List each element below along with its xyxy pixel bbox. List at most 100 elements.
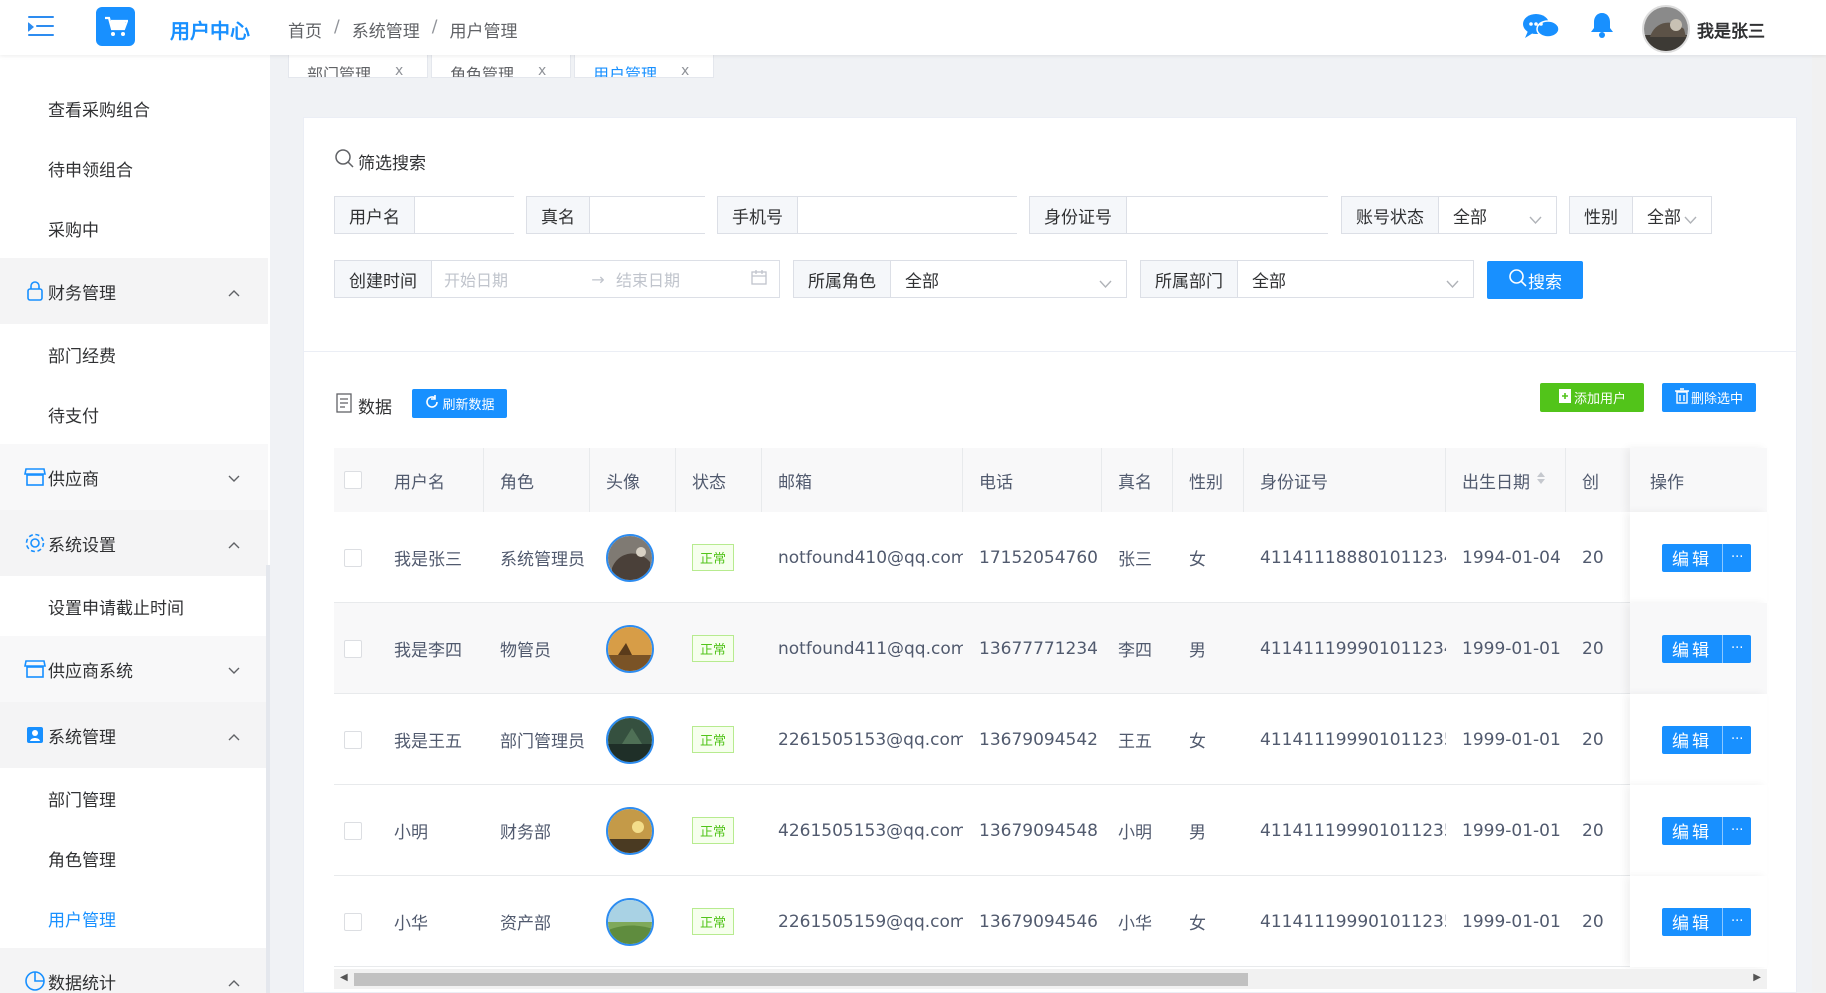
row-checkbox[interactable] <box>344 730 362 749</box>
table-row[interactable]: 我是张三 系统管理员 notfound410@qq.com 17152054760 张三… <box>334 512 1767 603</box>
col-realname[interactable]: 真名 <box>1102 448 1173 512</box>
edit-button-label: 编辑 <box>1662 634 1723 663</box>
col-status[interactable]: 状态 <box>676 448 762 512</box>
table-row[interactable]: 小明 财务部 4261505153@qq.com 13679094548 小明 男 4114… <box>334 785 1767 876</box>
account-status-select[interactable]: 全部 <box>1439 197 1556 233</box>
search-button[interactable]: 搜索 <box>1487 261 1583 299</box>
edit-button[interactable]: 编辑 ··· <box>1662 907 1752 936</box>
gender-cell: 女 <box>1189 550 1206 570</box>
sidebar-item-purchasing[interactable]: 采购中 <box>0 198 268 258</box>
table-row[interactable]: 我是李四 物管员 notfound411@qq.com 13677771234 李四 男 4… <box>334 603 1767 694</box>
sidebar-group-supplier[interactable]: 供应商 <box>0 444 268 510</box>
sidebar-item-dept-management[interactable]: 部门管理 <box>0 768 268 828</box>
edit-button[interactable]: 编辑 ··· <box>1662 816 1752 845</box>
more-actions-icon[interactable]: ··· <box>1723 544 1751 572</box>
edit-button-label: 编辑 <box>1662 816 1723 845</box>
gender-select[interactable]: 全部 <box>1633 197 1711 233</box>
col-avatar[interactable]: 头像 <box>590 448 676 512</box>
close-icon[interactable]: x <box>395 63 403 77</box>
user-avatar-image[interactable] <box>606 806 654 855</box>
idcard-input[interactable] <box>1127 197 1351 233</box>
more-actions-icon[interactable]: ··· <box>1723 817 1751 845</box>
app-title[interactable]: 用户中心 <box>170 15 250 44</box>
sidebar-item-label: 角色管理 <box>48 850 116 871</box>
breadcrumb-home[interactable]: 首页 <box>288 17 322 42</box>
user-avatar-image[interactable] <box>606 533 654 582</box>
row-checkbox[interactable] <box>344 821 362 840</box>
status-badge: 正常 <box>692 544 735 571</box>
user-avatar-image[interactable] <box>606 715 654 764</box>
col-role[interactable]: 角色 <box>484 448 590 512</box>
sidebar-group-system-management[interactable]: 系统管理 <box>0 702 268 768</box>
col-email[interactable]: 邮箱 <box>762 448 963 512</box>
cart-logo-icon[interactable] <box>96 7 135 46</box>
sidebar-item-dept-funds[interactable]: 部门经费 <box>0 324 268 384</box>
breadcrumb-system[interactable]: 系统管理 <box>352 17 420 42</box>
user-avatar[interactable] <box>1642 5 1690 53</box>
bell-icon[interactable] <box>1590 11 1614 43</box>
table-row[interactable]: 小华 资产部 2261505159@qq.com 13679094546 小华 女 4114… <box>334 876 1767 967</box>
sidebar-item-deadline[interactable]: 设置申请截止时间 <box>0 576 268 636</box>
col-created[interactable]: 创 <box>1566 448 1630 512</box>
more-actions-icon[interactable]: ··· <box>1723 726 1751 754</box>
sidebar-group-supplier-system[interactable]: 供应商系统 <box>0 636 268 702</box>
sidebar-group-system-settings[interactable]: 系统设置 <box>0 510 268 576</box>
sidebar-item-pending-claim[interactable]: 待申领组合 <box>0 138 268 198</box>
menu-toggle-icon[interactable] <box>28 16 56 38</box>
scroll-right-icon[interactable]: ▶ <box>1753 972 1761 983</box>
row-select-cell <box>334 785 378 876</box>
phone-cell: 13677771234 <box>979 638 1098 659</box>
edit-button[interactable]: 编辑 ··· <box>1662 543 1752 572</box>
status-cell: 正常 <box>676 785 762 876</box>
delete-selected-button[interactable]: 删除选中 <box>1662 383 1756 412</box>
row-checkbox[interactable] <box>344 548 362 567</box>
select-all-checkbox[interactable] <box>344 471 362 489</box>
data-title-text: 数据 <box>358 398 392 418</box>
gender-filter: 性别 全部 <box>1569 196 1712 234</box>
search-icon <box>1508 268 1528 293</box>
col-idcard[interactable]: 身份证号 <box>1244 448 1446 512</box>
sidebar-item-role-management[interactable]: 角色管理 <box>0 828 268 888</box>
sidebar-item-user-management[interactable]: 用户管理 <box>0 888 268 948</box>
close-icon[interactable]: x <box>681 63 689 77</box>
field-label: 身份证号 <box>1030 197 1127 233</box>
row-checkbox[interactable] <box>344 912 362 931</box>
edit-button[interactable]: 编辑 ··· <box>1662 725 1752 754</box>
action-cell: 编辑 ··· <box>1630 876 1767 967</box>
col-phone[interactable]: 电话 <box>963 448 1102 512</box>
phone-input[interactable] <box>798 197 1022 233</box>
end-date-input[interactable]: 结束日期 <box>612 267 751 291</box>
table-row[interactable]: 我是王五 部门管理员 2261505153@qq.com 13679094542 王五 女… <box>334 694 1767 785</box>
more-actions-icon[interactable]: ··· <box>1723 635 1751 663</box>
date-range-picker[interactable]: 开始日期 → 结束日期 <box>432 261 779 297</box>
email-cell: notfound410@qq.com <box>778 547 963 568</box>
refresh-data-button[interactable]: 刷新数据 <box>412 389 507 418</box>
user-avatar-image[interactable] <box>606 624 654 673</box>
chat-icon[interactable] <box>1522 13 1560 45</box>
start-date-input[interactable]: 开始日期 <box>444 267 584 291</box>
scroll-left-icon[interactable]: ◀ <box>340 972 348 983</box>
sidebar-item-view-purchase[interactable]: 查看采购组合 <box>0 78 268 138</box>
sidebar-group-statistics[interactable]: 数据统计 <box>0 948 268 993</box>
more-actions-icon[interactable]: ··· <box>1723 908 1751 936</box>
add-user-button[interactable]: 添加用户 <box>1540 383 1644 412</box>
row-checkbox[interactable] <box>344 639 362 658</box>
calendar-icon[interactable] <box>751 269 767 289</box>
user-avatar-image[interactable] <box>606 897 654 946</box>
sidebar-scrollbar[interactable] <box>266 565 270 993</box>
user-name[interactable]: 我是张三 <box>1697 17 1765 42</box>
col-username[interactable]: 用户名 <box>378 448 484 512</box>
col-gender[interactable]: 性别 <box>1173 448 1244 512</box>
sort-icon[interactable] <box>1536 470 1546 490</box>
sidebar-item-pending-pay[interactable]: 待支付 <box>0 384 268 444</box>
table-horizontal-scrollbar[interactable]: ◀ ▶ <box>334 969 1767 989</box>
page-vertical-scrollbar[interactable] <box>1812 55 1826 993</box>
scrollbar-thumb[interactable] <box>354 973 1248 986</box>
edit-button[interactable]: 编辑 ··· <box>1662 634 1752 663</box>
sidebar-group-finance[interactable]: 财务管理 <box>0 258 268 324</box>
dept-select[interactable]: 全部 <box>1238 261 1473 297</box>
role-select[interactable]: 全部 <box>891 261 1126 297</box>
row-select-cell <box>334 694 378 785</box>
col-birthdate[interactable]: 出生日期 <box>1446 448 1566 512</box>
close-icon[interactable]: x <box>538 63 546 77</box>
